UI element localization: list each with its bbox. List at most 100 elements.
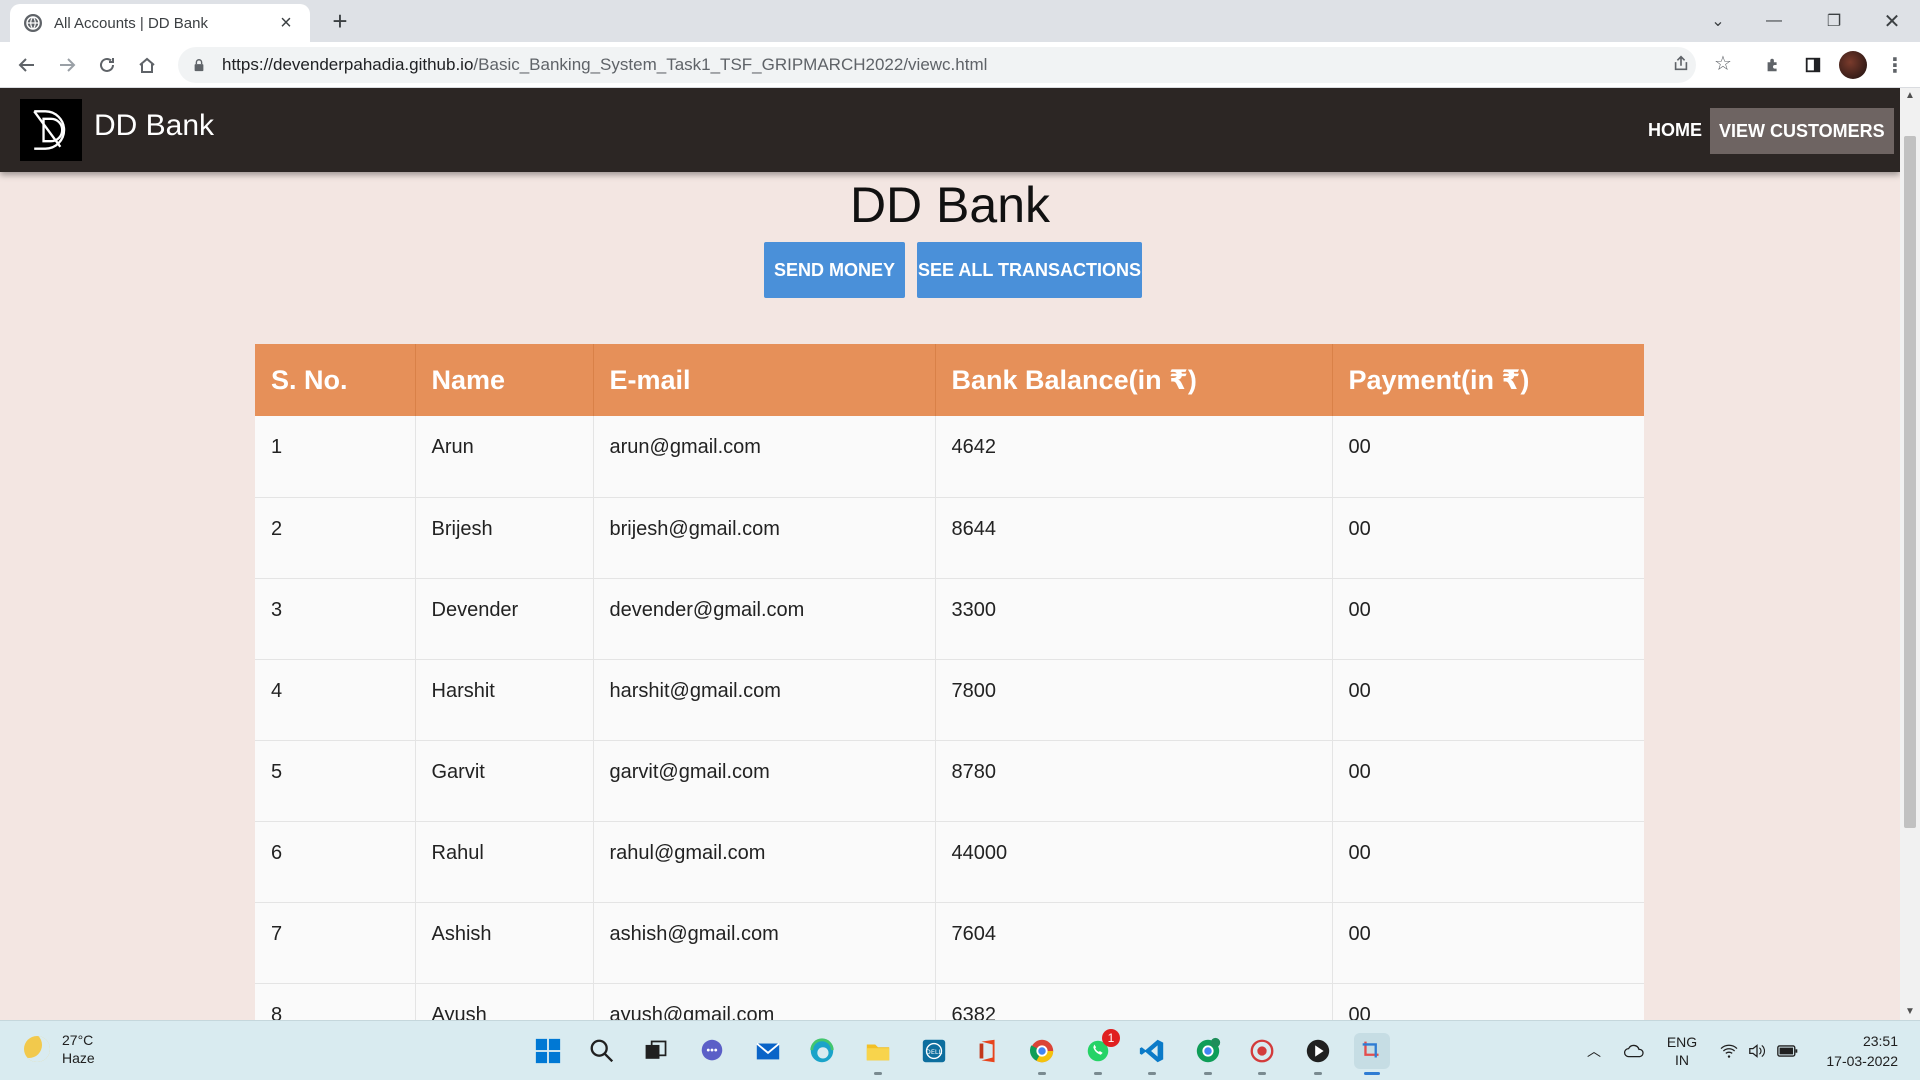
forward-button[interactable] xyxy=(52,50,82,80)
system-clock[interactable]: 23:51 17-03-2022 xyxy=(1812,1031,1898,1071)
browser-toolbar: https://devenderpahadia.github.io/Basic_… xyxy=(0,42,1920,88)
vscode-icon[interactable] xyxy=(1134,1033,1170,1075)
scroll-thumb[interactable] xyxy=(1904,136,1916,828)
cell-name: Arun xyxy=(415,416,594,498)
cell-payment: 00 xyxy=(1332,902,1644,984)
running-indicator xyxy=(1314,1072,1322,1075)
teams-chat-icon[interactable] xyxy=(694,1033,730,1069)
chrome-profile-icon[interactable] xyxy=(1190,1033,1226,1075)
reload-icon xyxy=(100,57,114,72)
search-icon[interactable] xyxy=(584,1033,620,1069)
tab-close-icon[interactable]: × xyxy=(276,13,296,33)
task-view-icon[interactable] xyxy=(638,1033,674,1069)
table-row: 1 Arun arun@gmail.com 4642 00 xyxy=(255,416,1644,498)
nav-home-link[interactable]: HOME xyxy=(1638,110,1712,150)
see-all-transactions-button[interactable]: SEE ALL TRANSACTIONS xyxy=(917,242,1142,298)
running-indicator xyxy=(1204,1072,1212,1075)
cell-sno: 3 xyxy=(255,578,416,660)
onedrive-cloud-icon[interactable] xyxy=(1620,1021,1650,1080)
back-arrow-icon xyxy=(18,58,34,72)
volume-icon[interactable] xyxy=(1744,1021,1770,1080)
menu-kebab-icon[interactable]: ⋮ xyxy=(1880,50,1910,80)
mail-icon[interactable] xyxy=(750,1033,786,1069)
cell-payment: 00 xyxy=(1332,821,1644,903)
tab-search-icon[interactable]: ⌄ xyxy=(1690,0,1746,42)
wifi-icon[interactable] xyxy=(1716,1021,1742,1080)
cell-email: harshit@gmail.com xyxy=(593,659,936,741)
home-button[interactable] xyxy=(132,50,162,80)
minimize-button[interactable]: — xyxy=(1746,0,1802,42)
language-indicator[interactable]: ENG IN xyxy=(1660,1021,1704,1080)
header-payment: Payment(in ₹) xyxy=(1332,344,1644,416)
media-player-icon[interactable] xyxy=(1300,1033,1336,1075)
restore-button[interactable]: ❐ xyxy=(1806,0,1862,42)
whatsapp-icon[interactable]: 1 xyxy=(1080,1029,1120,1075)
table-row: 3 Devender devender@gmail.com 3300 00 xyxy=(255,578,1644,660)
file-explorer-icon[interactable] xyxy=(860,1033,896,1075)
cell-payment: 00 xyxy=(1332,416,1644,498)
table-row: 4 Harshit harshit@gmail.com 7800 00 xyxy=(255,659,1644,741)
office-icon[interactable] xyxy=(970,1033,1006,1069)
site-navbar: DD Bank HOME VIEW CUSTOMERS xyxy=(0,88,1900,172)
new-tab-button[interactable]: + xyxy=(325,7,355,37)
battery-icon[interactable] xyxy=(1774,1021,1802,1080)
running-indicator xyxy=(1038,1072,1046,1075)
table-row: 8 Ayush ayush@gmail.com 6382 00 xyxy=(255,983,1644,1020)
header-email: E-mail xyxy=(593,344,936,416)
screen-recorder-icon[interactable] xyxy=(1244,1033,1280,1075)
cell-sno: 4 xyxy=(255,659,416,741)
close-window-button[interactable]: ✕ xyxy=(1864,0,1920,42)
running-indicator xyxy=(1094,1072,1102,1075)
show-hidden-icons-chevron-icon[interactable]: ︿ xyxy=(1582,1021,1606,1080)
bookmark-star-icon[interactable]: ☆ xyxy=(1710,50,1736,76)
dd-bank-logo-icon[interactable] xyxy=(20,99,82,161)
dell-app-icon[interactable]: DELL xyxy=(916,1033,952,1069)
reload-button[interactable] xyxy=(92,50,122,80)
cell-balance: 3300 xyxy=(935,578,1333,660)
cell-payment: 00 xyxy=(1332,983,1644,1020)
running-indicator xyxy=(1148,1072,1156,1075)
nav-view-customers-link[interactable]: VIEW CUSTOMERS xyxy=(1710,108,1894,154)
brand-name[interactable]: DD Bank xyxy=(94,109,214,143)
cell-name: Devender xyxy=(415,578,594,660)
weather-widget[interactable]: 27°C Haze xyxy=(24,1031,95,1067)
url-text: https://devenderpahadia.github.io/Basic_… xyxy=(222,55,987,75)
url-host: https://devenderpahadia.github.io xyxy=(222,55,474,74)
cell-balance: 6382 xyxy=(935,983,1333,1020)
table-header-row: S. No. Name E-mail Bank Balance(in ₹) Pa… xyxy=(255,344,1644,416)
active-indicator xyxy=(1364,1072,1380,1075)
page-scrollbar[interactable]: ▲ ▼ xyxy=(1900,88,1920,1020)
cell-payment: 00 xyxy=(1332,659,1644,741)
cell-sno: 6 xyxy=(255,821,416,903)
windows-start-icon[interactable] xyxy=(530,1033,566,1069)
table-body: 1 Arun arun@gmail.com 4642 00 2 Brijesh brijesh… xyxy=(255,416,1644,1020)
page-viewport: DD Bank HOME VIEW CUSTOMERS DD Bank SEND… xyxy=(0,88,1900,1020)
cell-sno: 5 xyxy=(255,740,416,822)
cell-balance: 8780 xyxy=(935,740,1333,822)
address-bar[interactable]: https://devenderpahadia.github.io/Basic_… xyxy=(178,47,1696,83)
cell-balance: 8644 xyxy=(935,497,1333,579)
header-sno: S. No. xyxy=(255,344,416,416)
cell-name: Rahul xyxy=(415,821,594,903)
back-button[interactable] xyxy=(12,50,42,80)
extensions-icon[interactable] xyxy=(1758,50,1788,80)
share-icon[interactable] xyxy=(1668,50,1694,76)
scroll-down-arrow-icon[interactable]: ▼ xyxy=(1904,1006,1916,1018)
running-indicator xyxy=(1258,1072,1266,1075)
globe-icon xyxy=(24,14,42,32)
cell-balance: 4642 xyxy=(935,416,1333,498)
notification-badge: 1 xyxy=(1102,1029,1120,1047)
send-money-button[interactable]: SEND MONEY xyxy=(764,242,905,298)
snipping-tool-icon[interactable] xyxy=(1354,1033,1390,1075)
language-bottom: IN xyxy=(1675,1052,1689,1068)
cell-email: devender@gmail.com xyxy=(593,578,936,660)
browser-tab[interactable]: All Accounts | DD Bank × xyxy=(10,4,310,42)
side-panel-icon[interactable] xyxy=(1798,50,1828,80)
clock-date: 17-03-2022 xyxy=(1826,1053,1898,1069)
table-row: 2 Brijesh brijesh@gmail.com 8644 00 xyxy=(255,497,1644,579)
scroll-up-arrow-icon[interactable]: ▲ xyxy=(1904,90,1916,102)
profile-avatar[interactable] xyxy=(1839,51,1867,79)
edge-browser-icon[interactable] xyxy=(804,1033,840,1069)
weather-condition: Haze xyxy=(62,1050,95,1066)
chrome-icon[interactable] xyxy=(1024,1033,1060,1075)
